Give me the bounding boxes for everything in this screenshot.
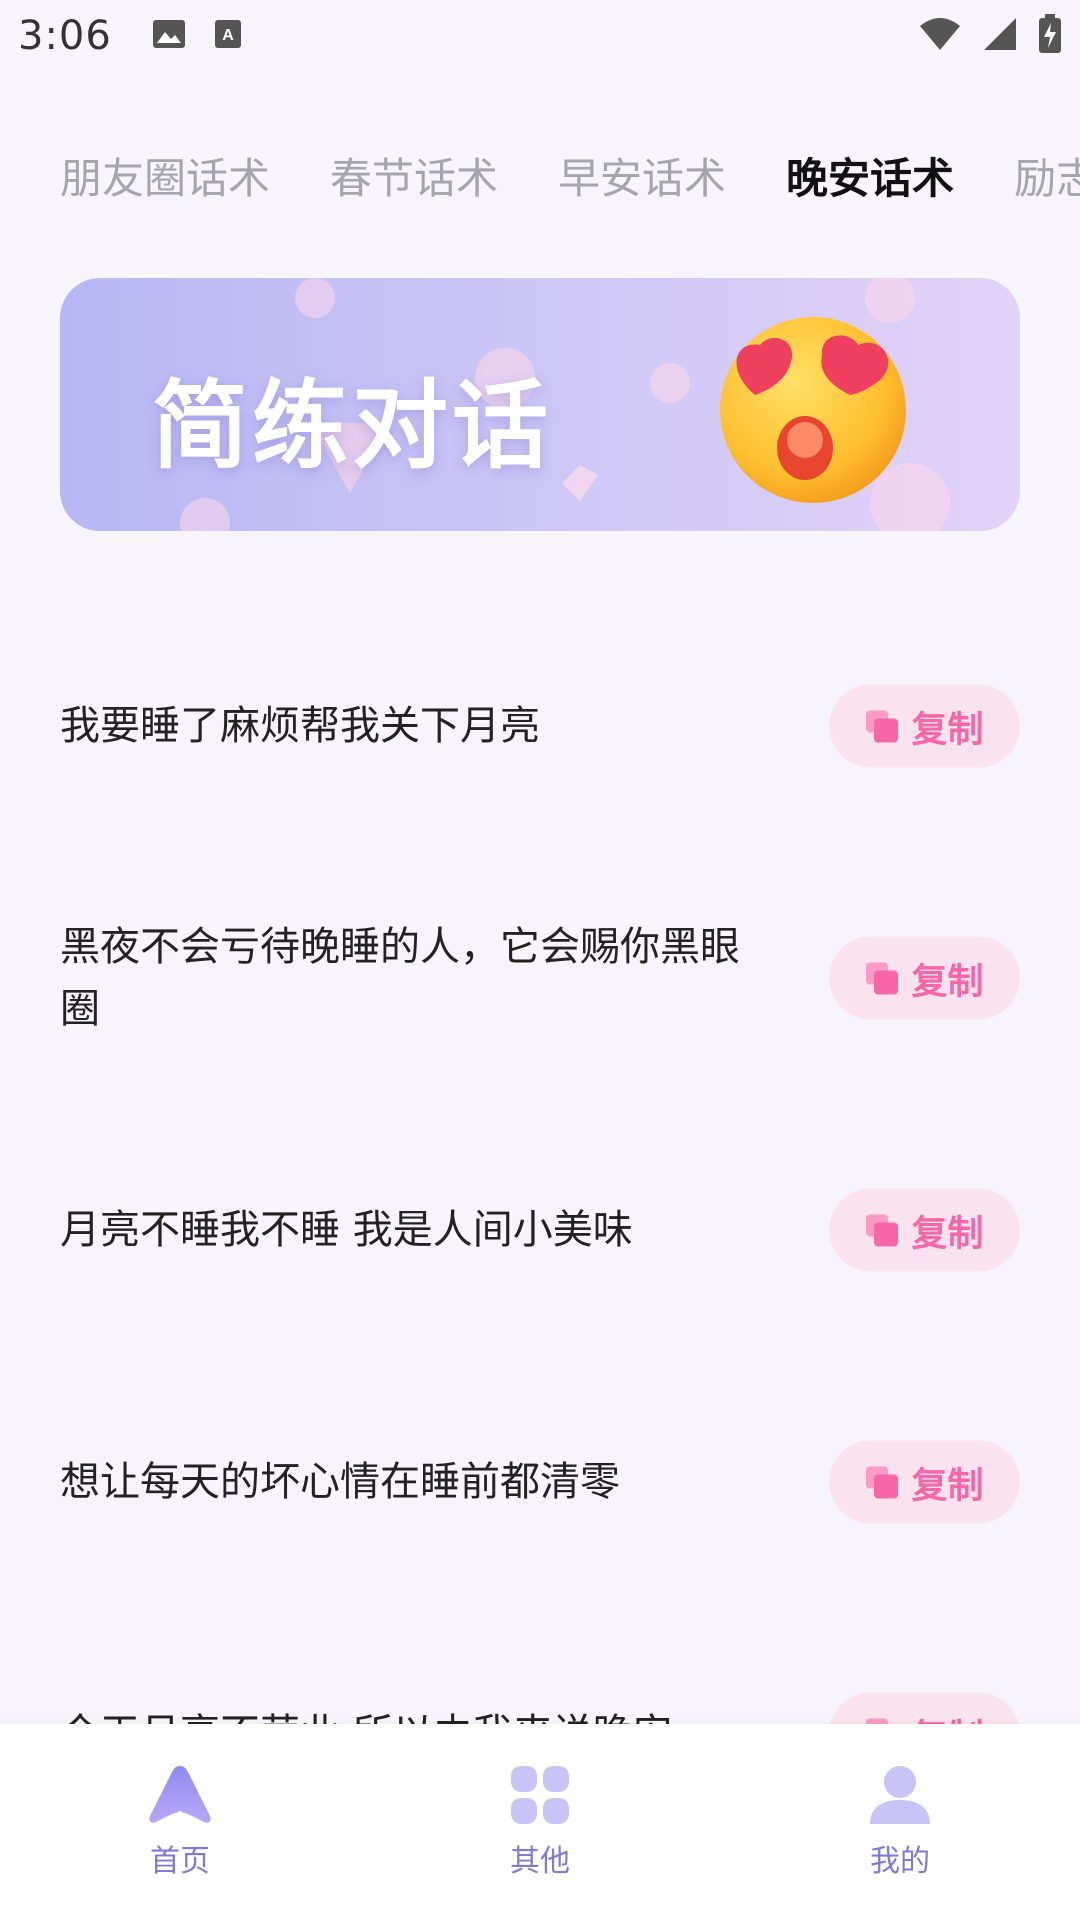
phrase-text: 黑夜不会亏待晚睡的人，它会赐你黑眼圈: [60, 924, 740, 1032]
banner-title: 简练对话: [152, 370, 552, 482]
nav-home-label: 首页: [150, 1844, 210, 1879]
phrase-list: 我要睡了麻烦帮我关下月亮 复制 黑夜不会亏待晚睡的人，它会赐你黑眼圈 复制 月亮…: [0, 600, 1080, 1860]
heart-eyes-emoji-icon: [720, 317, 906, 503]
banner: 简练对话: [60, 278, 1020, 531]
copy-icon: [866, 1214, 899, 1246]
svg-text:A: A: [222, 27, 234, 44]
copy-button[interactable]: 复制: [829, 936, 1020, 1020]
tab-inspirational[interactable]: 励志: [1014, 145, 1080, 206]
copy-label: 复制: [911, 1213, 984, 1254]
home-icon: [149, 1766, 211, 1823]
copy-button[interactable]: 复制: [829, 1188, 1020, 1272]
phrase-text: 我要睡了麻烦帮我关下月亮: [60, 703, 540, 749]
decor-bubble: [295, 278, 335, 318]
decor-cube-icon: [562, 465, 598, 501]
nav-home[interactable]: 首页: [0, 1724, 360, 1920]
copy-icon: [866, 710, 899, 742]
copy-button[interactable]: 复制: [829, 684, 1020, 768]
nav-mine[interactable]: 我的: [720, 1724, 1080, 1920]
phrase-text: 想让每天的坏心情在睡前都清零: [60, 1459, 620, 1505]
tab-good-morning[interactable]: 早安话术: [558, 145, 726, 206]
tab-good-night[interactable]: 晚安话术: [786, 145, 954, 206]
phrase-text: 月亮不睡我不睡 我是人间小美味: [60, 1207, 633, 1253]
nav-other-label: 其他: [510, 1844, 570, 1879]
list-item: 月亮不睡我不睡 我是人间小美味 复制: [0, 1104, 1080, 1356]
copy-icon: [866, 1466, 899, 1498]
copy-button[interactable]: 复制: [829, 1440, 1020, 1524]
battery-charging-icon: [1038, 14, 1062, 58]
tab-spring-festival[interactable]: 春节话术: [330, 145, 498, 206]
copy-label: 复制: [911, 709, 984, 750]
image-icon: [152, 19, 186, 53]
category-tabs: 朋友圈话术 春节话术 早安话术 晚安话术 励志: [0, 130, 1080, 220]
decor-bubble: [650, 363, 690, 403]
bottom-nav: 首页 其他 我的: [0, 1724, 1080, 1920]
status-bar: 3:06 A: [0, 0, 1080, 72]
user-icon: [870, 1766, 930, 1824]
list-item: 想让每天的坏心情在睡前都清零 复制: [0, 1356, 1080, 1608]
grid-icon: [511, 1766, 569, 1824]
copy-label: 复制: [911, 961, 984, 1002]
tab-friends-circle[interactable]: 朋友圈话术: [60, 145, 270, 206]
nav-other[interactable]: 其他: [360, 1724, 720, 1920]
copy-label: 复制: [911, 1465, 984, 1506]
signal-icon: [982, 16, 1018, 56]
status-time: 3:06: [18, 13, 112, 59]
list-item: 我要睡了麻烦帮我关下月亮 复制: [0, 600, 1080, 852]
wifi-icon: [918, 16, 962, 56]
copy-icon: [866, 962, 899, 994]
decor-bubble: [180, 498, 230, 531]
list-item: 黑夜不会亏待晚睡的人，它会赐你黑眼圈 复制: [0, 852, 1080, 1104]
keyboard-a-icon: A: [214, 19, 242, 53]
nav-mine-label: 我的: [870, 1844, 930, 1879]
